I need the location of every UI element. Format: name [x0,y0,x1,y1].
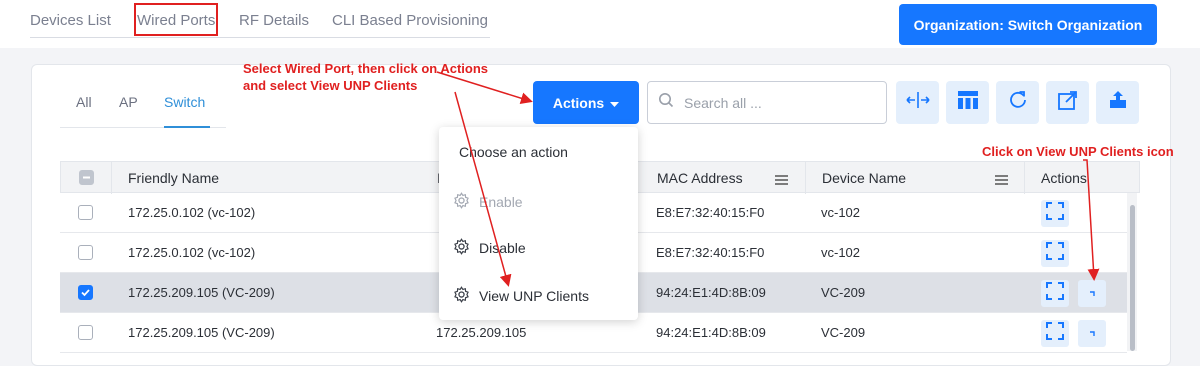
view-unp-clients-button[interactable] [1078,320,1106,347]
tab-cli-provisioning[interactable]: CLI Based Provisioning [332,12,488,29]
subtab-ap[interactable]: AP [119,94,138,110]
friendly-name-cell: 172.25.0.102 (vc-102) [128,205,256,220]
column-separator [1024,162,1025,194]
device-name-cell: vc-102 [821,205,861,220]
column-layout-button[interactable] [946,81,989,124]
menu-item-label: Enable [479,194,523,210]
export-button[interactable] [1046,81,1089,124]
refresh-button[interactable] [996,81,1039,124]
column-header-mac-address[interactable]: MAC Address [657,170,743,186]
annotation-line: and select View UNP Clients [243,78,418,93]
column-menu-icon[interactable] [775,172,788,190]
menu-item-label: Disable [479,240,526,256]
search-box[interactable] [647,81,887,124]
actions-button-label: Actions [552,94,605,111]
search-icon [658,92,674,113]
friendly-name-cell: 172.25.209.105 (VC-209) [128,325,275,340]
device-name-cell: vc-102 [821,245,861,260]
row-checkbox[interactable] [78,325,93,340]
expand-icon [1046,242,1064,265]
annotation-instruction-2: Click on View UNP Clients icon [982,144,1174,159]
column-layout-icon [957,91,978,114]
subtab-active-indicator [164,126,210,128]
tab-devices-list[interactable]: Devices List [30,12,111,29]
friendly-name-cell: 172.25.209.105 (VC-209) [128,285,275,300]
annotation-instruction-1: Select Wired Port, then click on Actions… [243,60,488,94]
expand-icon [1046,282,1064,305]
subtab-all[interactable]: All [76,94,92,110]
friendly-name-cell: 172.25.0.102 (vc-102) [128,245,256,260]
subtab-switch[interactable]: Switch [164,94,205,110]
column-header-actions: Actions [1041,170,1087,186]
menu-item-label: View UNP Clients [479,288,589,304]
upload-icon [1108,90,1128,115]
menu-item-enable[interactable]: Enable [453,190,633,214]
menu-item-disable[interactable]: Disable [453,236,633,260]
column-separator [111,162,112,194]
expand-action-button[interactable] [1041,320,1069,347]
column-header-device-name[interactable]: Device Name [822,170,906,186]
refresh-icon [1008,90,1028,115]
mac-address-cell: E8:E7:32:40:15:F0 [656,245,765,260]
device-name-cell: VC-209 [821,285,866,300]
annotation-line: Select Wired Port, then click on Actions [243,61,489,76]
expand-icon [1046,322,1064,345]
search-input[interactable] [682,93,876,112]
view-unp-clients-button[interactable] [1078,280,1106,307]
row-checkbox[interactable] [78,205,93,220]
actions-dropdown: Choose an action Enable Disable View UNP… [439,127,638,320]
view-unp-clients-icon [1087,325,1097,343]
view-unp-clients-icon [1087,285,1097,303]
export-icon [1057,90,1078,115]
gear-icon [453,286,470,306]
upload-button[interactable] [1096,81,1139,124]
highlight-box [134,3,218,36]
expand-action-button[interactable] [1041,200,1069,227]
scrollbar-thumb[interactable] [1130,205,1135,351]
mac-address-cell: 94:24:E1:4D:8B:09 [656,325,766,340]
menu-item-view-unp-clients[interactable]: View UNP Clients [453,284,633,308]
actions-button[interactable]: Actions [533,81,639,124]
dropdown-title: Choose an action [459,144,568,160]
row-checkbox[interactable] [78,245,93,260]
gear-icon [453,192,470,212]
tab-underline [30,37,490,38]
split-columns-button[interactable] [896,81,939,124]
column-separator [805,162,806,194]
column-menu-icon[interactable] [995,172,1008,190]
top-navigation: Devices List Wired Ports RF Details CLI … [0,0,1200,48]
select-all-checkbox[interactable] [79,170,94,185]
mac-address-cell: 94:24:E1:4D:8B:09 [656,285,766,300]
organization-button[interactable]: Organization: Switch Organization [899,4,1157,45]
tab-rf-details[interactable]: RF Details [239,12,309,29]
split-columns-icon [905,91,931,114]
device-name-cell: VC-209 [821,325,866,340]
row-checkbox[interactable] [78,285,93,300]
expand-icon [1046,202,1064,225]
column-header-friendly-name[interactable]: Friendly Name [128,170,219,186]
gear-icon [453,238,470,258]
expand-action-button[interactable] [1041,240,1069,267]
expand-action-button[interactable] [1041,280,1069,307]
mac-address-cell: E8:E7:32:40:15:F0 [656,205,765,220]
caret-down-icon [610,95,620,111]
ip-cell: 172.25.209.105 [436,325,527,340]
